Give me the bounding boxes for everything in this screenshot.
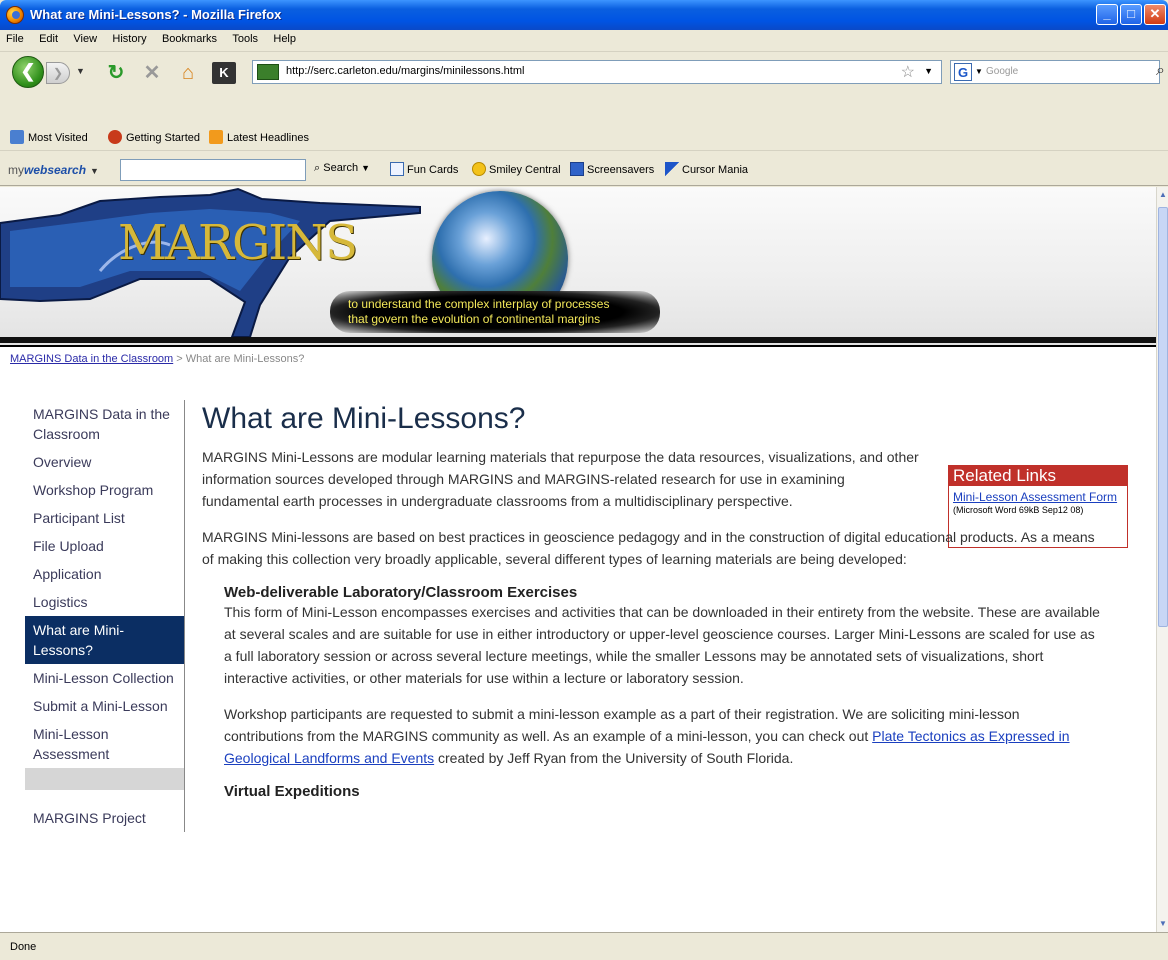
home-icon[interactable]: ⌂ [176, 61, 200, 85]
navigation-toolbar: ❮ ❯ ▼ ↻ ✕ ⌂ K http://serc.carleton.edu/m… [0, 52, 1168, 90]
cursor-icon [665, 162, 679, 176]
practices-paragraph: MARGINS Mini-lessons are based on best p… [202, 529, 1095, 567]
toolbar-fun-cards[interactable]: Fun Cards [390, 162, 458, 176]
status-text: Done [10, 941, 37, 953]
toolbar-search-input[interactable] [120, 159, 306, 181]
search-icon: ⌕ [314, 162, 321, 174]
bookmarks-toolbar: Most Visited Getting Started Latest Head… [0, 121, 1168, 151]
bookmark-latest-headlines[interactable]: Latest Headlines [209, 130, 309, 144]
margins-banner: MARGINS to understand the complex interp… [0, 187, 1156, 347]
menu-tools[interactable]: Tools [226, 30, 264, 45]
sidebar-item-margins-data[interactable]: MARGINS Data in the Classroom [25, 400, 184, 448]
breadcrumb-current: What are Mini-Lessons? [185, 353, 305, 365]
page-title: What are Mini-Lessons? [202, 402, 526, 435]
search-placeholder[interactable]: Google [986, 66, 1018, 77]
toolbar-smiley-central[interactable]: Smiley Central [472, 162, 561, 176]
workshop-paragraph: Workshop participants are requested to s… [224, 706, 1070, 766]
firefox-icon [6, 6, 24, 24]
sidebar-item-mini-lesson-collection[interactable]: Mini-Lesson Collection [25, 664, 184, 692]
maximize-button[interactable]: □ [1120, 4, 1142, 25]
menu-file[interactable]: File [0, 30, 30, 45]
menu-view[interactable]: View [67, 30, 103, 45]
getting-started-icon [108, 130, 122, 144]
sidebar-item-overview[interactable]: Overview [25, 448, 184, 476]
search-magnifier-icon[interactable]: ⌕ [1156, 62, 1165, 80]
scroll-up-arrow-icon[interactable]: ▲ [1157, 187, 1168, 203]
smiley-icon [472, 162, 486, 176]
menu-help[interactable]: Help [267, 30, 302, 45]
url-text[interactable]: http://serc.carleton.edu/margins/miniles… [286, 65, 524, 77]
mywebsearch-logo[interactable]: mywebsearch ▼ [8, 163, 99, 177]
monitor-icon [570, 162, 584, 176]
window-title: What are Mini-Lessons? - Mozilla Firefox [30, 7, 282, 22]
search-box[interactable]: G ▼ Google ⌕ [950, 60, 1165, 84]
breadcrumb-separator: > [176, 353, 183, 365]
sidebar-item-what-are-mini-lessons[interactable]: What are Mini-Lessons? [25, 616, 184, 664]
margins-logo-text: MARGINS [118, 215, 358, 271]
reload-icon[interactable]: ↻ [104, 61, 128, 85]
most-visited-icon [10, 130, 24, 144]
bookmark-getting-started[interactable]: Getting Started [108, 130, 200, 144]
scrollbar-thumb[interactable] [1158, 207, 1168, 627]
url-dropdown-icon[interactable]: ▼ [924, 66, 933, 76]
status-bar: Done [0, 932, 1168, 960]
sidebar-item-mini-lesson-assessment[interactable]: Mini-Lesson Assessment [25, 720, 184, 768]
menu-bar: File Edit View History Bookmarks Tools H… [0, 30, 1168, 52]
sidebar-item-file-upload[interactable]: File Upload [25, 532, 184, 560]
exercises-paragraph: This form of Mini-Lesson encompasses exe… [224, 604, 1100, 686]
minimize-button[interactable]: _ [1096, 4, 1118, 25]
breadcrumb: MARGINS Data in the Classroom > What are… [10, 353, 304, 365]
sidebar-item-submit-mini-lesson[interactable]: Submit a Mini-Lesson [25, 692, 184, 720]
virtual-expeditions-heading: Virtual Expeditions [224, 783, 360, 800]
main-content: What are Mini-Lessons? MARGINS Mini-Less… [202, 402, 1102, 800]
fun-cards-icon [390, 162, 404, 176]
toolbar-search-button[interactable]: ⌕ Search ▼ [314, 162, 370, 175]
forward-button[interactable]: ❯ [46, 62, 70, 84]
sidebar-item-application[interactable]: Application [25, 560, 184, 588]
toolbar-cursor-mania[interactable]: Cursor Mania [665, 162, 748, 176]
vertical-scrollbar[interactable]: ▲ ▼ [1156, 187, 1168, 932]
exercises-heading: Web-deliverable Laboratory/Classroom Exe… [224, 584, 578, 601]
sidebar-spacer [25, 768, 184, 790]
sidebar-item-workshop-program[interactable]: Workshop Program [25, 476, 184, 504]
search-engine-dropdown-icon[interactable]: ▼ [975, 67, 983, 76]
window-titlebar: What are Mini-Lessons? - Mozilla Firefox… [0, 0, 1168, 30]
mywebsearch-toolbar: mywebsearch ▼ ⌕ Search ▼ Fun Cards Smiley… [0, 152, 1168, 186]
sidebar-item-logistics[interactable]: Logistics [25, 588, 184, 616]
scroll-down-arrow-icon[interactable]: ▼ [1157, 916, 1168, 932]
intro-paragraph: MARGINS Mini-Lessons are modular learnin… [202, 449, 919, 509]
site-identity-icon[interactable] [257, 64, 279, 80]
sidebar-item-participant-list[interactable]: Participant List [25, 504, 184, 532]
bookmark-star-icon[interactable]: ☆ [901, 62, 915, 82]
stop-icon[interactable]: ✕ [140, 61, 164, 85]
history-dropdown-icon[interactable]: ▼ [76, 66, 85, 76]
sidebar-item-margins-project[interactable]: MARGINS Project [25, 804, 184, 832]
toolbar-extension-icon[interactable]: K [212, 62, 236, 84]
toolbar-screensavers[interactable]: Screensavers [570, 162, 654, 176]
back-button[interactable]: ❮ [12, 56, 44, 88]
banner-divider-thin [0, 345, 1156, 347]
google-engine-icon[interactable]: G [954, 63, 972, 81]
menu-bookmarks[interactable]: Bookmarks [156, 30, 223, 45]
sidebar-nav: MARGINS Data in the Classroom Overview W… [25, 400, 185, 832]
rss-icon [209, 130, 223, 144]
banner-divider [0, 337, 1156, 343]
banner-tagline: to understand the complex interplay of p… [330, 291, 660, 333]
bookmark-most-visited[interactable]: Most Visited [10, 130, 88, 144]
page-viewport: MARGINS to understand the complex interp… [0, 187, 1156, 932]
breadcrumb-link[interactable]: MARGINS Data in the Classroom [10, 353, 173, 365]
exercises-section: Web-deliverable Laboratory/Classroom Exe… [224, 584, 1102, 800]
close-button[interactable]: ✕ [1144, 4, 1166, 25]
menu-history[interactable]: History [106, 30, 152, 45]
menu-edit[interactable]: Edit [33, 30, 64, 45]
address-bar[interactable]: http://serc.carleton.edu/margins/miniles… [252, 60, 942, 84]
